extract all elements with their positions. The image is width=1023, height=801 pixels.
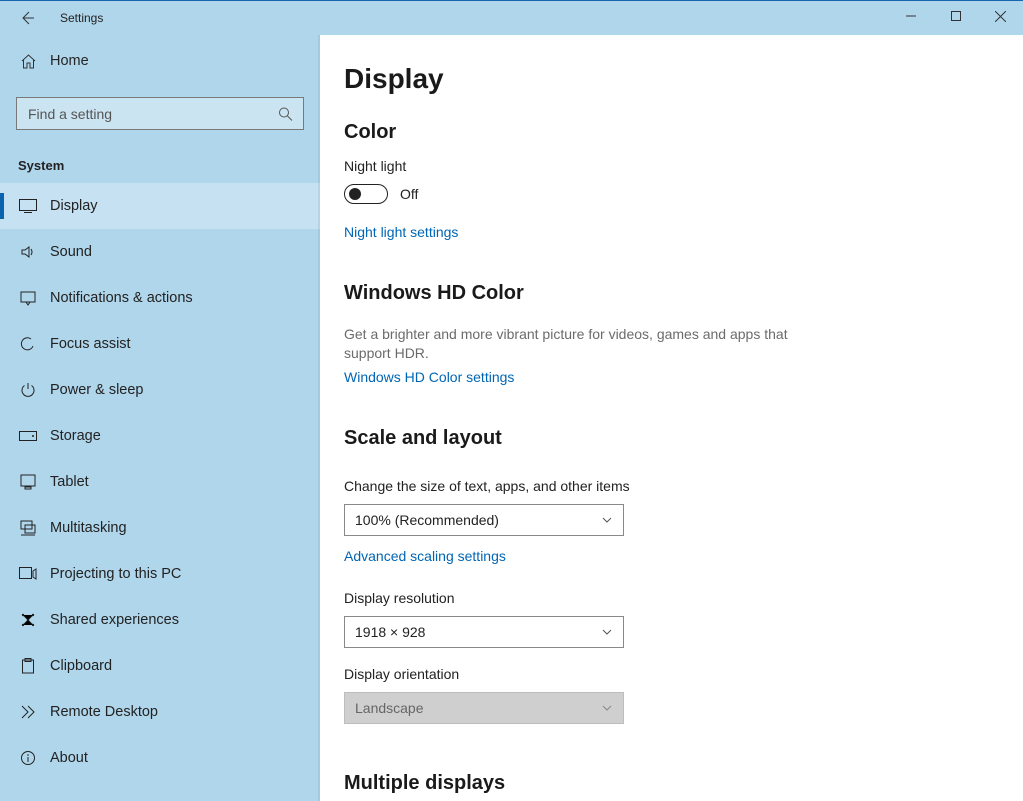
sidebar-item-label: Tablet (50, 474, 89, 490)
maximize-icon (951, 11, 961, 21)
sidebar-item-shared-experiences[interactable]: Shared experiences (0, 597, 320, 643)
clipboard-icon (18, 658, 38, 674)
sidebar-item-label: Power & sleep (50, 382, 144, 398)
sidebar-item-notifications-actions[interactable]: Notifications & actions (0, 275, 320, 321)
night-light-toggle-row: Off (344, 184, 1023, 204)
chevron-down-icon (601, 626, 613, 638)
sidebar-item-label: Shared experiences (50, 612, 179, 628)
close-icon (995, 11, 1006, 22)
scale-change-label: Change the size of text, apps, and other… (344, 478, 1023, 494)
night-light-settings-link[interactable]: Night light settings (344, 224, 458, 240)
section-color: Color (344, 121, 1023, 144)
home-icon (18, 53, 38, 70)
sidebar-item-projecting-to-this-pc[interactable]: Projecting to this PC (0, 551, 320, 597)
sound-icon (18, 244, 38, 260)
sidebar-section-label: System (0, 140, 320, 183)
resolution-value: 1918 × 928 (355, 624, 425, 640)
page-title: Display (344, 63, 1023, 95)
close-button[interactable] (978, 1, 1023, 31)
home-label: Home (50, 53, 89, 69)
multitask-icon (18, 520, 38, 536)
hd-color-settings-link[interactable]: Windows HD Color settings (344, 369, 514, 385)
search-input[interactable] (17, 106, 267, 122)
sidebar-item-multitasking[interactable]: Multitasking (0, 505, 320, 551)
chevron-down-icon (601, 702, 613, 714)
back-button[interactable] (18, 9, 36, 27)
sidebar-item-storage[interactable]: Storage (0, 413, 320, 459)
shared-icon (18, 612, 38, 628)
sidebar-item-label: About (50, 750, 88, 766)
window-body: Home System Display Sound Notifications & … (0, 35, 1023, 801)
window-controls (888, 1, 1023, 31)
sidebar-item-label: Clipboard (50, 658, 112, 674)
sidebar-item-focus-assist[interactable]: Focus assist (0, 321, 320, 367)
orientation-dropdown: Landscape (344, 692, 624, 724)
night-light-toggle[interactable] (344, 184, 388, 204)
night-light-state: Off (400, 186, 418, 202)
storage-icon (18, 431, 38, 441)
focus-icon (18, 336, 38, 352)
sidebar-item-label: Remote Desktop (50, 704, 158, 720)
orientation-label: Display orientation (344, 666, 1023, 682)
night-light-label: Night light (344, 158, 1023, 174)
sidebar-item-power-sleep[interactable]: Power & sleep (0, 367, 320, 413)
section-hd-color: Windows HD Color (344, 282, 1023, 305)
sidebar-item-label: Focus assist (50, 336, 131, 352)
resolution-label: Display resolution (344, 590, 1023, 606)
titlebar: Settings (0, 1, 1023, 35)
sidebar-item-label: Display (50, 198, 98, 214)
titlebar-left: Settings (0, 1, 103, 35)
back-arrow-icon (19, 10, 35, 26)
sidebar-nav: Display Sound Notifications & actions Focus… (0, 183, 320, 781)
hd-color-description: Get a brighter and more vibrant picture … (344, 325, 814, 363)
sidebar-item-label: Sound (50, 244, 92, 260)
search-container (16, 97, 304, 130)
chevron-down-icon (601, 514, 613, 526)
notifications-icon (18, 290, 38, 306)
power-icon (18, 382, 38, 398)
window-title: Settings (60, 11, 103, 25)
home-button[interactable]: Home (0, 39, 320, 83)
search-icon (278, 106, 293, 121)
sidebar-item-display[interactable]: Display (0, 183, 320, 229)
remote-icon (18, 704, 38, 720)
sidebar-item-about[interactable]: About (0, 735, 320, 781)
sidebar-item-sound[interactable]: Sound (0, 229, 320, 275)
sidebar: Home System Display Sound Notifications & … (0, 35, 320, 801)
settings-window: Settings Home (0, 0, 1023, 801)
toggle-knob (349, 188, 361, 200)
orientation-value: Landscape (355, 700, 424, 716)
sidebar-item-clipboard[interactable]: Clipboard (0, 643, 320, 689)
section-scale: Scale and layout (344, 427, 1023, 450)
resolution-dropdown[interactable]: 1918 × 928 (344, 616, 624, 648)
sidebar-item-label: Notifications & actions (50, 290, 193, 306)
sidebar-item-label: Multitasking (50, 520, 127, 536)
sidebar-item-remote-desktop[interactable]: Remote Desktop (0, 689, 320, 735)
sidebar-item-label: Projecting to this PC (50, 566, 181, 582)
scale-dropdown[interactable]: 100% (Recommended) (344, 504, 624, 536)
main-content: Display Color Night light Off Night ligh… (320, 35, 1023, 801)
search-box[interactable] (16, 97, 304, 130)
sidebar-item-tablet[interactable]: Tablet (0, 459, 320, 505)
display-icon (18, 199, 38, 213)
minimize-button[interactable] (888, 1, 933, 31)
advanced-scaling-link[interactable]: Advanced scaling settings (344, 548, 506, 564)
tablet-icon (18, 474, 38, 490)
minimize-icon (906, 11, 916, 21)
scale-value: 100% (Recommended) (355, 512, 499, 528)
about-icon (18, 750, 38, 766)
projecting-icon (18, 567, 38, 581)
section-multiple-displays: Multiple displays (344, 772, 1023, 795)
sidebar-item-label: Storage (50, 428, 101, 444)
maximize-button[interactable] (933, 1, 978, 31)
